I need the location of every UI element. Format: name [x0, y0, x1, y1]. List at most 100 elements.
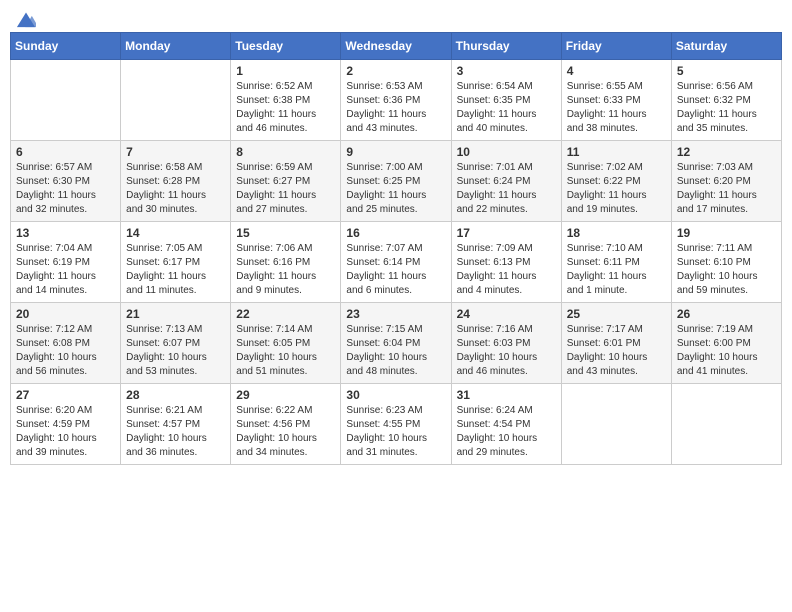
day-number: 30 — [346, 388, 445, 402]
day-info: Sunrise: 7:05 AM Sunset: 6:17 PM Dayligh… — [126, 242, 225, 298]
day-info: Sunrise: 6:52 AM Sunset: 6:38 PM Dayligh… — [236, 80, 335, 136]
day-info: Sunrise: 7:06 AM Sunset: 6:16 PM Dayligh… — [236, 242, 335, 298]
day-number: 27 — [16, 388, 115, 402]
day-info: Sunrise: 7:00 AM Sunset: 6:25 PM Dayligh… — [346, 161, 445, 217]
calendar-week-row: 27 Sunrise: 6:20 AM Sunset: 4:59 PM Dayli… — [11, 384, 782, 465]
day-number: 19 — [677, 226, 776, 240]
day-of-week-header: Tuesday — [231, 33, 341, 60]
day-number: 22 — [236, 307, 335, 321]
day-number: 31 — [457, 388, 556, 402]
day-info: Sunrise: 6:55 AM Sunset: 6:33 PM Dayligh… — [567, 80, 666, 136]
day-number: 4 — [567, 64, 666, 78]
day-number: 25 — [567, 307, 666, 321]
calendar-cell: 6 Sunrise: 6:57 AM Sunset: 6:30 PM Daylig… — [11, 141, 121, 222]
day-info: Sunrise: 6:24 AM Sunset: 4:54 PM Dayligh… — [457, 404, 556, 460]
calendar-cell: 19 Sunrise: 7:11 AM Sunset: 6:10 PM Dayli… — [671, 222, 781, 303]
calendar-cell: 24 Sunrise: 7:16 AM Sunset: 6:03 PM Dayli… — [451, 303, 561, 384]
calendar-cell: 8Sunrise: 6:59 AM Sunset: 6:27 PM Daylig… — [231, 141, 341, 222]
day-info: Sunrise: 7:01 AM Sunset: 6:24 PM Dayligh… — [457, 161, 556, 217]
day-info: Sunrise: 7:07 AM Sunset: 6:14 PM Dayligh… — [346, 242, 445, 298]
calendar-cell: 27 Sunrise: 6:20 AM Sunset: 4:59 PM Dayli… — [11, 384, 121, 465]
calendar-cell: 10 Sunrise: 7:01 AM Sunset: 6:24 PM Dayli… — [451, 141, 561, 222]
day-number: 1 — [236, 64, 335, 78]
calendar-cell: 20 Sunrise: 7:12 AM Sunset: 6:08 PM Dayli… — [11, 303, 121, 384]
day-info: Sunrise: 6:20 AM Sunset: 4:59 PM Dayligh… — [16, 404, 115, 460]
calendar-cell: 11 Sunrise: 7:02 AM Sunset: 6:22 PM Dayli… — [561, 141, 671, 222]
day-number: 20 — [16, 307, 115, 321]
logo — [14, 10, 36, 24]
calendar-cell: 18Sunrise: 7:10 AM Sunset: 6:11 PM Dayli… — [561, 222, 671, 303]
day-of-week-header: Wednesday — [341, 33, 451, 60]
day-number: 14 — [126, 226, 225, 240]
calendar-cell — [561, 384, 671, 465]
day-number: 24 — [457, 307, 556, 321]
calendar-cell: 1 Sunrise: 6:52 AM Sunset: 6:38 PM Daylig… — [231, 60, 341, 141]
day-number: 12 — [677, 145, 776, 159]
calendar-cell: 5 Sunrise: 6:56 AM Sunset: 6:32 PM Daylig… — [671, 60, 781, 141]
day-number: 21 — [126, 307, 225, 321]
day-info: Sunrise: 7:12 AM Sunset: 6:08 PM Dayligh… — [16, 323, 115, 379]
day-info: Sunrise: 7:16 AM Sunset: 6:03 PM Dayligh… — [457, 323, 556, 379]
calendar-cell: 12 Sunrise: 7:03 AM Sunset: 6:20 PM Dayli… — [671, 141, 781, 222]
day-number: 15 — [236, 226, 335, 240]
day-number: 6 — [16, 145, 115, 159]
calendar-cell: 29 Sunrise: 6:22 AM Sunset: 4:56 PM Dayli… — [231, 384, 341, 465]
day-of-week-header: Sunday — [11, 33, 121, 60]
day-info: Sunrise: 7:19 AM Sunset: 6:00 PM Dayligh… — [677, 323, 776, 379]
calendar-cell: 17Sunrise: 7:09 AM Sunset: 6:13 PM Dayli… — [451, 222, 561, 303]
calendar-cell: 30 Sunrise: 6:23 AM Sunset: 4:55 PM Dayli… — [341, 384, 451, 465]
day-info: Sunrise: 6:56 AM Sunset: 6:32 PM Dayligh… — [677, 80, 776, 136]
day-number: 7 — [126, 145, 225, 159]
calendar-week-row: 13 Sunrise: 7:04 AM Sunset: 6:19 PM Dayli… — [11, 222, 782, 303]
day-info: Sunrise: 6:53 AM Sunset: 6:36 PM Dayligh… — [346, 80, 445, 136]
day-info: Sunrise: 6:58 AM Sunset: 6:28 PM Dayligh… — [126, 161, 225, 217]
calendar-week-row: 6 Sunrise: 6:57 AM Sunset: 6:30 PM Daylig… — [11, 141, 782, 222]
day-number: 8 — [236, 145, 335, 159]
calendar-cell: 16 Sunrise: 7:07 AM Sunset: 6:14 PM Dayli… — [341, 222, 451, 303]
day-info: Sunrise: 7:02 AM Sunset: 6:22 PM Dayligh… — [567, 161, 666, 217]
calendar-cell — [11, 60, 121, 141]
day-number: 26 — [677, 307, 776, 321]
calendar-cell: 21 Sunrise: 7:13 AM Sunset: 6:07 PM Dayli… — [121, 303, 231, 384]
day-info: Sunrise: 7:14 AM Sunset: 6:05 PM Dayligh… — [236, 323, 335, 379]
calendar-cell: 26 Sunrise: 7:19 AM Sunset: 6:00 PM Dayli… — [671, 303, 781, 384]
day-info: Sunrise: 6:57 AM Sunset: 6:30 PM Dayligh… — [16, 161, 115, 217]
day-number: 16 — [346, 226, 445, 240]
day-info: Sunrise: 6:23 AM Sunset: 4:55 PM Dayligh… — [346, 404, 445, 460]
day-number: 9 — [346, 145, 445, 159]
day-number: 23 — [346, 307, 445, 321]
day-info: Sunrise: 7:03 AM Sunset: 6:20 PM Dayligh… — [677, 161, 776, 217]
day-number: 3 — [457, 64, 556, 78]
day-of-week-header: Thursday — [451, 33, 561, 60]
day-info: Sunrise: 6:21 AM Sunset: 4:57 PM Dayligh… — [126, 404, 225, 460]
calendar-cell: 13 Sunrise: 7:04 AM Sunset: 6:19 PM Dayli… — [11, 222, 121, 303]
day-number: 5 — [677, 64, 776, 78]
calendar-cell: 23Sunrise: 7:15 AM Sunset: 6:04 PM Dayli… — [341, 303, 451, 384]
day-of-week-header: Friday — [561, 33, 671, 60]
day-number: 2 — [346, 64, 445, 78]
day-info: Sunrise: 6:22 AM Sunset: 4:56 PM Dayligh… — [236, 404, 335, 460]
calendar-cell: 7 Sunrise: 6:58 AM Sunset: 6:28 PM Daylig… — [121, 141, 231, 222]
day-number: 10 — [457, 145, 556, 159]
calendar-table: SundayMondayTuesdayWednesdayThursdayFrid… — [10, 32, 782, 465]
calendar-header-row: SundayMondayTuesdayWednesdayThursdayFrid… — [11, 33, 782, 60]
calendar-cell: 2 Sunrise: 6:53 AM Sunset: 6:36 PM Daylig… — [341, 60, 451, 141]
day-info: Sunrise: 7:11 AM Sunset: 6:10 PM Dayligh… — [677, 242, 776, 298]
day-info: Sunrise: 7:13 AM Sunset: 6:07 PM Dayligh… — [126, 323, 225, 379]
calendar-cell: 28Sunrise: 6:21 AM Sunset: 4:57 PM Dayli… — [121, 384, 231, 465]
day-info: Sunrise: 6:54 AM Sunset: 6:35 PM Dayligh… — [457, 80, 556, 136]
day-number: 11 — [567, 145, 666, 159]
calendar-cell: 15 Sunrise: 7:06 AM Sunset: 6:16 PM Dayli… — [231, 222, 341, 303]
calendar-cell: 3 Sunrise: 6:54 AM Sunset: 6:35 PM Daylig… — [451, 60, 561, 141]
calendar-cell: 25Sunrise: 7:17 AM Sunset: 6:01 PM Dayli… — [561, 303, 671, 384]
calendar-week-row: 20 Sunrise: 7:12 AM Sunset: 6:08 PM Dayli… — [11, 303, 782, 384]
day-number: 13 — [16, 226, 115, 240]
calendar-cell — [121, 60, 231, 141]
logo-icon — [16, 10, 36, 30]
day-of-week-header: Monday — [121, 33, 231, 60]
day-info: Sunrise: 7:04 AM Sunset: 6:19 PM Dayligh… — [16, 242, 115, 298]
calendar-cell: 22 Sunrise: 7:14 AM Sunset: 6:05 PM Dayli… — [231, 303, 341, 384]
day-number: 17 — [457, 226, 556, 240]
day-number: 29 — [236, 388, 335, 402]
day-info: Sunrise: 7:10 AM Sunset: 6:11 PM Dayligh… — [567, 242, 666, 298]
